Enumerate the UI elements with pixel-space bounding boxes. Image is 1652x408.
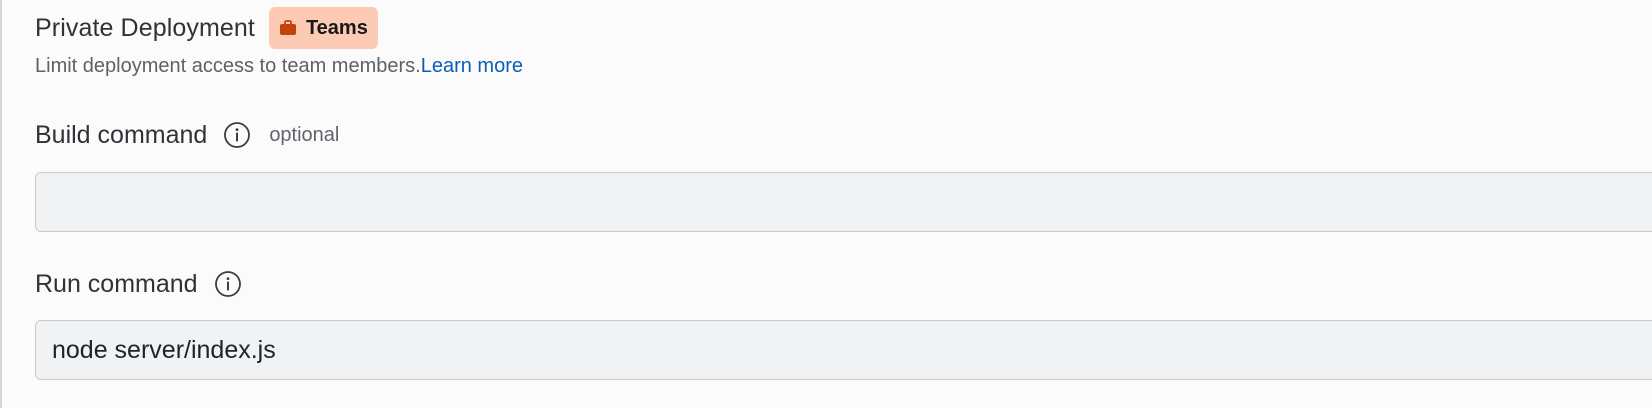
teams-badge: Teams xyxy=(268,7,378,49)
build-command-label-row: Build command optional xyxy=(35,117,339,153)
info-icon[interactable] xyxy=(214,270,242,298)
optional-hint: optional xyxy=(269,123,340,146)
build-command-label: Build command xyxy=(35,120,208,149)
run-command-label: Run command xyxy=(35,269,198,298)
run-command-input[interactable] xyxy=(35,320,1652,380)
briefcase-icon xyxy=(279,19,297,37)
private-deployment-description: Limit deployment access to team members.… xyxy=(35,55,523,78)
section-title: Private Deployment xyxy=(35,13,255,42)
build-command-input[interactable] xyxy=(35,172,1652,232)
run-command-label-row: Run command xyxy=(35,266,242,302)
deployment-settings-panel: Private Deployment Teams Limit deploymen… xyxy=(0,0,1652,408)
private-deployment-header: Private Deployment Teams xyxy=(35,6,378,50)
learn-more-link[interactable]: Learn more xyxy=(421,55,523,77)
info-icon[interactable] xyxy=(223,121,251,149)
badge-label: Teams xyxy=(305,16,368,39)
description-text: Limit deployment access to team members. xyxy=(35,55,421,77)
